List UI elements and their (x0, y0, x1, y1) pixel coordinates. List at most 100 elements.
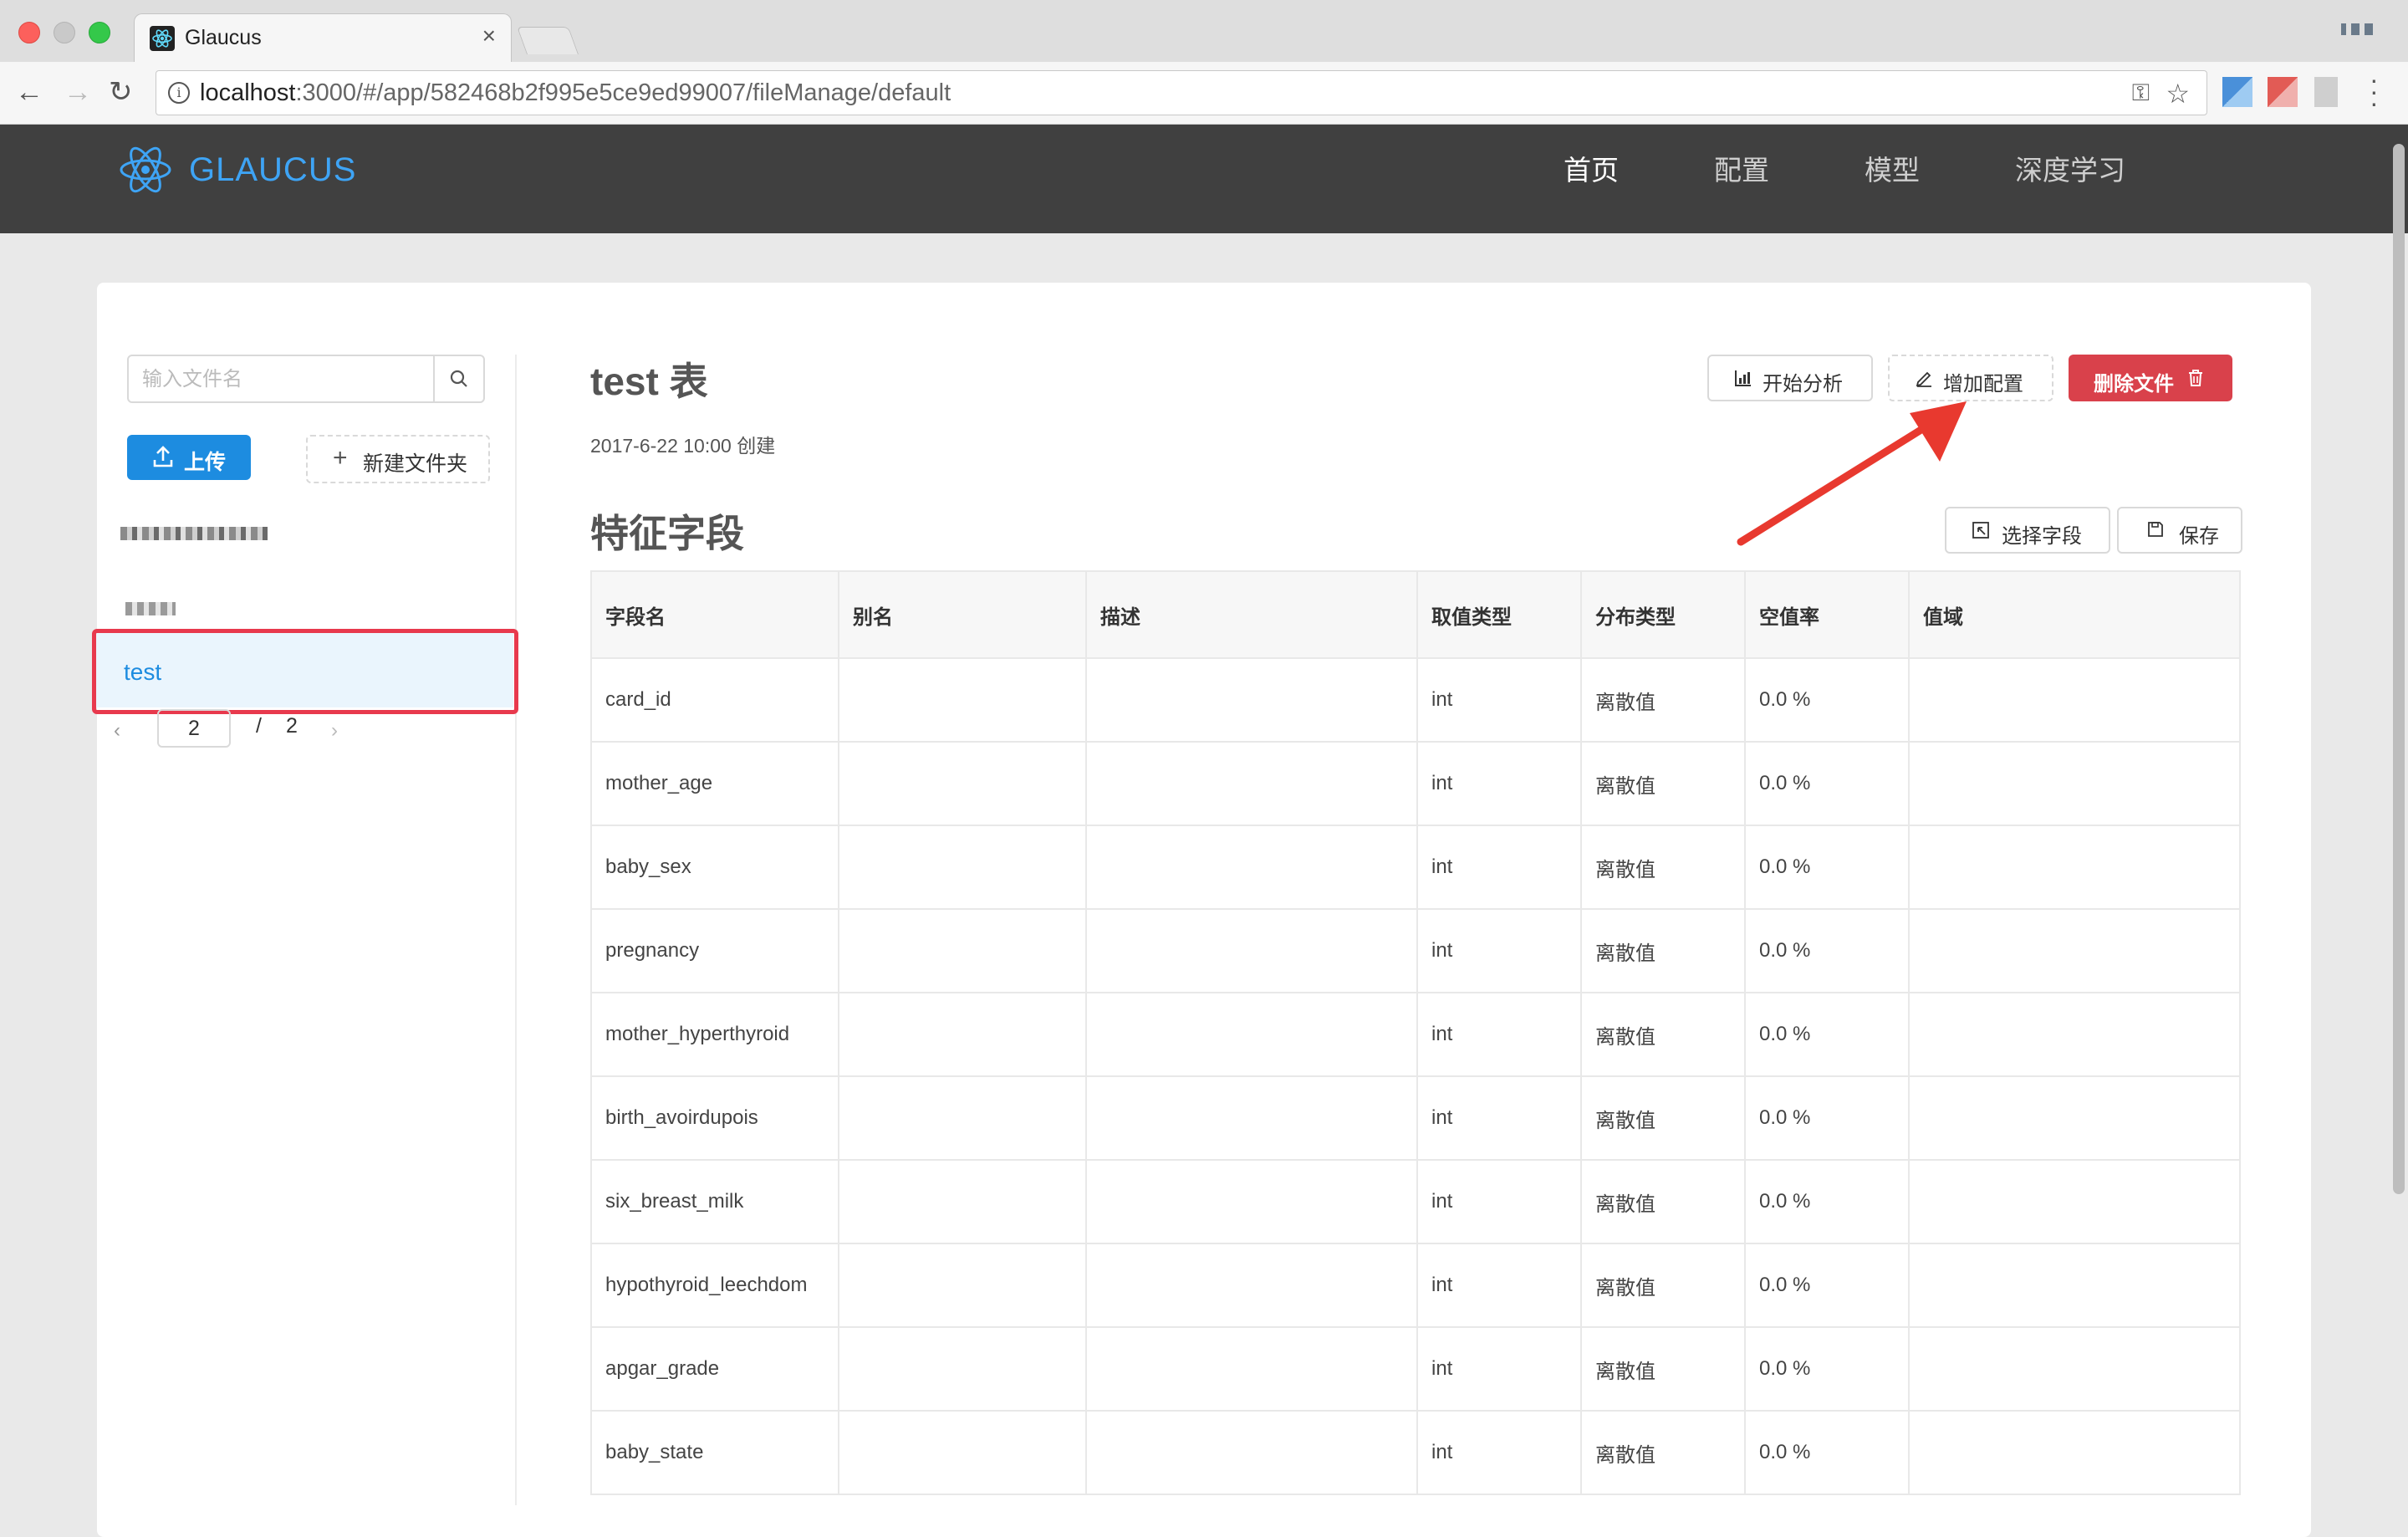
table-row[interactable]: birth_avoirdupois int 离散值 0.0 % (590, 1075, 2241, 1161)
table-row[interactable]: card_id int 离散值 0.0 % (590, 657, 2241, 743)
table-row[interactable]: pregnancy int 离散值 0.0 % (590, 908, 2241, 993)
cell-value-type: int (1416, 741, 1582, 826)
pager-total: 2 (286, 714, 298, 738)
cell-value-range[interactable] (1908, 657, 2241, 743)
cell-description[interactable] (1085, 908, 1418, 993)
cell-value-range[interactable] (1908, 741, 2241, 826)
window-maximize-button[interactable] (89, 22, 110, 43)
cell-value-range[interactable] (1908, 908, 2241, 993)
cell-value-range[interactable] (1908, 1410, 2241, 1495)
extension-icon[interactable] (2314, 77, 2338, 107)
bar-chart-icon (1735, 370, 1751, 386)
cell-alias[interactable] (838, 1075, 1087, 1161)
cell-value-type: int (1416, 908, 1582, 993)
table-row[interactable]: baby_sex int 离散值 0.0 % (590, 825, 2241, 910)
pager-next-icon[interactable]: › (331, 719, 338, 743)
column-header-value-type[interactable]: 取值类型 (1416, 570, 1582, 659)
cell-description[interactable] (1085, 1243, 1418, 1328)
cell-value-range[interactable] (1908, 1159, 2241, 1244)
red-arrow-annotation (1737, 401, 1967, 546)
column-header-field-name[interactable]: 字段名 (590, 570, 839, 659)
column-header-alias[interactable]: 别名 (838, 570, 1087, 659)
nav-config[interactable]: 配置 (1714, 148, 1769, 188)
search-button[interactable] (433, 356, 483, 401)
new-folder-button[interactable]: + 新建文件夹 (306, 435, 490, 483)
upload-button[interactable]: 上传 (127, 435, 251, 480)
back-arrow-icon[interactable]: ← (15, 75, 43, 109)
window-close-button[interactable] (18, 22, 40, 43)
address-bar[interactable]: i localhost:3000/#/app/582468b2f995e5ce9… (156, 70, 2207, 115)
url-text[interactable]: localhost:3000/#/app/582468b2f995e5ce9ed… (200, 79, 951, 107)
cell-value-range[interactable] (1908, 992, 2241, 1077)
reload-icon[interactable]: ↻ (109, 75, 133, 109)
table-row[interactable]: mother_age int 离散值 0.0 % (590, 741, 2241, 826)
list-item[interactable] (125, 602, 176, 615)
cell-value-range[interactable] (1908, 1326, 2241, 1412)
app-header: GLAUCUS 首页 配置 模型 深度学习 (0, 125, 2408, 233)
tab-close-icon[interactable]: × (482, 23, 496, 49)
cell-description[interactable] (1085, 1326, 1418, 1412)
nav-home[interactable]: 首页 (1564, 148, 1619, 188)
table-row[interactable]: hypothyroid_leechdom int 离散值 0.0 % (590, 1243, 2241, 1328)
app-logo-text[interactable]: GLAUCUS (189, 151, 356, 189)
cell-value-type: int (1416, 657, 1582, 743)
cell-description[interactable] (1085, 992, 1418, 1077)
add-config-label: 增加配置 (1943, 373, 2023, 396)
table-row[interactable]: baby_state int 离散值 0.0 % (590, 1410, 2241, 1495)
cell-null-rate: 0.0 % (1744, 992, 1910, 1077)
cell-alias[interactable] (838, 657, 1087, 743)
cell-null-rate: 0.0 % (1744, 1410, 1910, 1495)
forward-arrow-icon[interactable]: → (64, 75, 92, 109)
pager-prev-icon[interactable]: ‹ (114, 719, 120, 743)
browser-tab[interactable]: Glaucus × (134, 13, 512, 63)
cell-alias[interactable] (838, 992, 1087, 1077)
site-info-icon[interactable]: i (168, 82, 190, 104)
cell-alias[interactable] (838, 741, 1087, 826)
extension-icon[interactable] (2222, 77, 2252, 107)
cell-null-rate: 0.0 % (1744, 1075, 1910, 1161)
new-tab-button[interactable] (516, 27, 579, 54)
cell-description[interactable] (1085, 657, 1418, 743)
file-search-input[interactable] (129, 356, 445, 403)
save-button[interactable]: 保存 (2117, 507, 2242, 554)
cell-description[interactable] (1085, 1159, 1418, 1244)
cell-alias[interactable] (838, 825, 1087, 910)
browser-menu-icon[interactable]: · · · (2370, 66, 2379, 116)
table-body: card_id int 离散值 0.0 % mother_age int 离散值 0.0 % b… (590, 657, 2241, 1495)
table-row[interactable]: apgar_grade int 离散值 0.0 % (590, 1326, 2241, 1412)
select-fields-button[interactable]: 选择字段 (1945, 507, 2110, 554)
cell-description[interactable] (1085, 825, 1418, 910)
cell-value-range[interactable] (1908, 825, 2241, 910)
cell-field-name: mother_hyperthyroid (590, 992, 839, 1077)
column-header-value-range[interactable]: 值域 (1908, 570, 2241, 659)
cell-alias[interactable] (838, 1159, 1087, 1244)
cell-description[interactable] (1085, 1075, 1418, 1161)
cell-alias[interactable] (838, 1243, 1087, 1328)
key-icon[interactable]: ⚿ (2132, 79, 2150, 107)
cell-alias[interactable] (838, 1410, 1087, 1495)
list-item[interactable] (120, 527, 268, 540)
cell-value-type: int (1416, 1326, 1582, 1412)
column-header-description[interactable]: 描述 (1085, 570, 1418, 659)
delete-file-button[interactable]: 删除文件 (2069, 355, 2232, 401)
cell-value-range[interactable] (1908, 1243, 2241, 1328)
bookmark-star-icon[interactable]: ☆ (2166, 78, 2190, 110)
cell-description[interactable] (1085, 741, 1418, 826)
pager-separator: / (256, 714, 262, 738)
pager-current-input[interactable]: 2 (157, 709, 231, 748)
nav-deep-learning[interactable]: 深度学习 (2015, 148, 2125, 188)
save-label: 保存 (2179, 525, 2219, 548)
table-row[interactable]: six_breast_milk int 离散值 0.0 % (590, 1159, 2241, 1244)
column-header-null-rate[interactable]: 空值率 (1744, 570, 1910, 659)
column-header-distribution-type[interactable]: 分布类型 (1580, 570, 1746, 659)
profile-icon[interactable] (2341, 23, 2388, 35)
page-scrollbar[interactable] (2393, 144, 2405, 1194)
cell-alias[interactable] (838, 908, 1087, 993)
cell-value-range[interactable] (1908, 1075, 2241, 1161)
extension-icon[interactable] (2268, 77, 2298, 107)
cell-description[interactable] (1085, 1410, 1418, 1495)
nav-model[interactable]: 模型 (1865, 148, 1920, 188)
cell-alias[interactable] (838, 1326, 1087, 1412)
window-minimize-button[interactable] (54, 22, 75, 43)
table-row[interactable]: mother_hyperthyroid int 离散值 0.0 % (590, 992, 2241, 1077)
